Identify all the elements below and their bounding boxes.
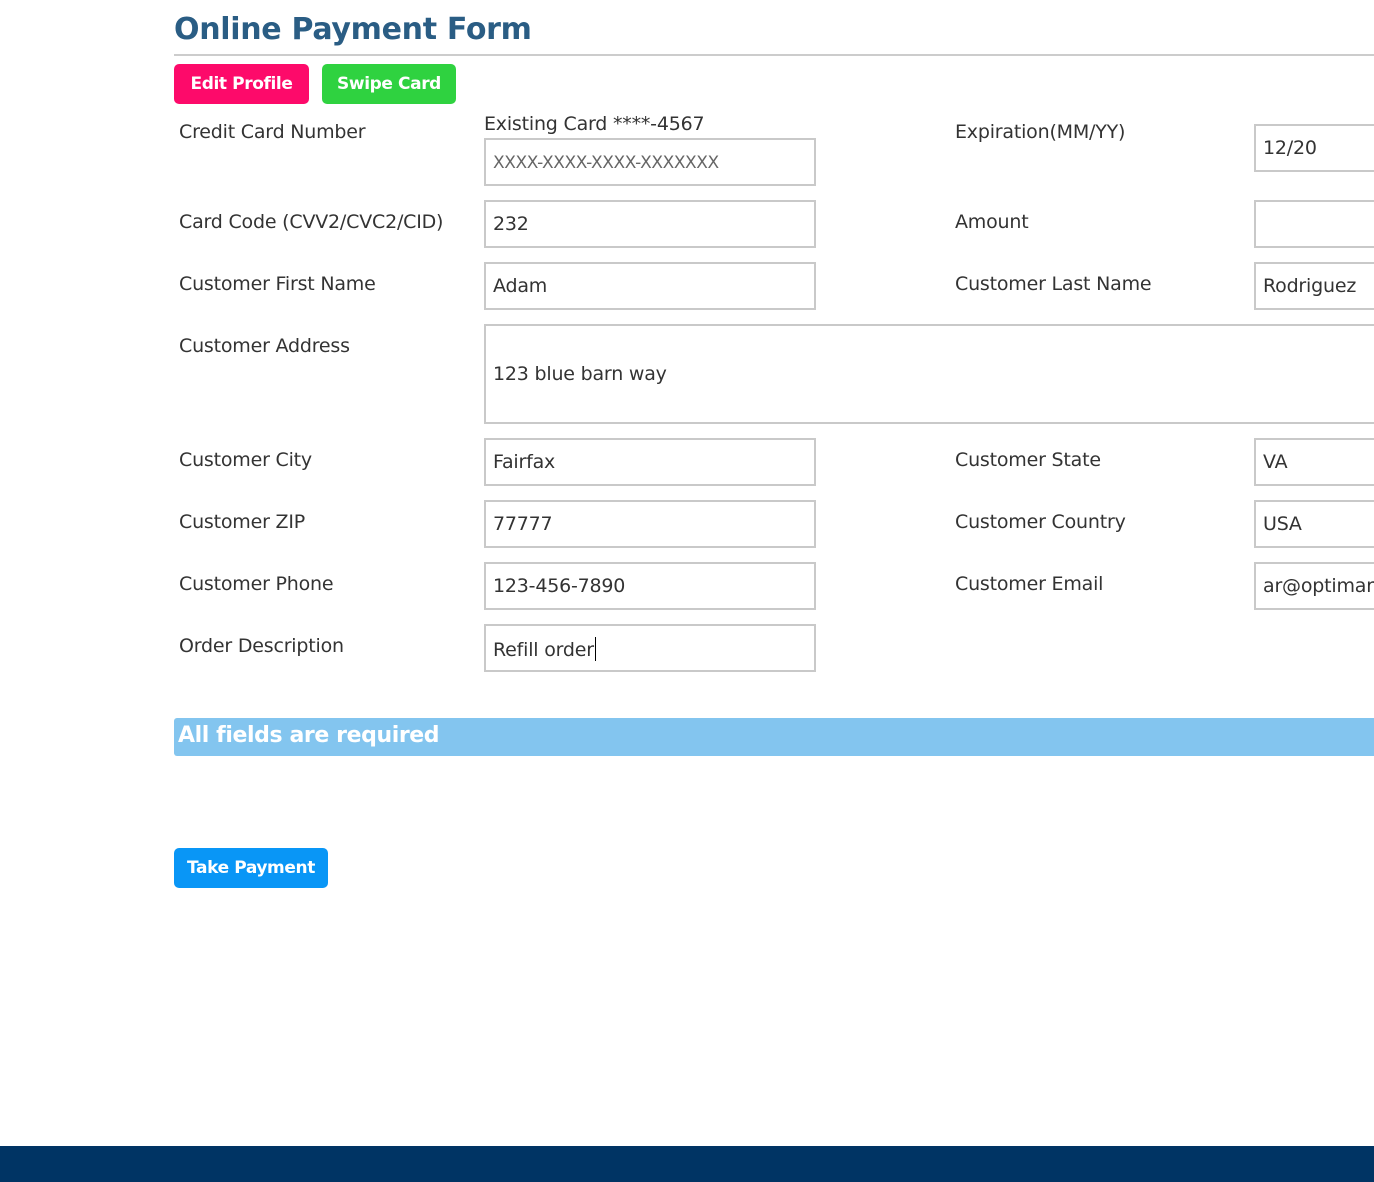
amount-input[interactable] (1254, 200, 1374, 248)
existing-card-hint: Existing Card ****-4567 (484, 113, 705, 135)
city-input[interactable] (484, 438, 816, 486)
required-notice-bar: All fields are required (174, 718, 1374, 756)
zip-label: Customer ZIP (179, 511, 306, 533)
address-value: 123 blue barn way (493, 363, 667, 385)
text-caret (594, 637, 596, 661)
city-label: Customer City (179, 449, 312, 471)
page-title: Online Payment Form (174, 12, 532, 47)
card-code-label: Card Code (CVV2/CVC2/CID) (179, 211, 444, 233)
phone-label: Customer Phone (179, 573, 334, 595)
title-divider (174, 54, 1374, 56)
credit-card-label: Credit Card Number (179, 121, 366, 143)
take-payment-button[interactable]: Take Payment (174, 848, 328, 888)
email-input[interactable] (1254, 562, 1374, 610)
order-description-label: Order Description (179, 635, 344, 657)
page-footer (0, 1146, 1374, 1182)
last-name-input[interactable] (1254, 262, 1374, 310)
country-label: Customer Country (955, 511, 1126, 533)
amount-label: Amount (955, 211, 1029, 233)
credit-card-input[interactable] (484, 138, 816, 186)
order-description-input[interactable]: Refill order (484, 624, 816, 672)
email-label: Customer Email (955, 573, 1104, 595)
order-description-value: Refill order (493, 637, 596, 661)
expiration-label: Expiration(MM/YY) (955, 121, 1126, 143)
state-input[interactable] (1254, 438, 1374, 486)
address-label: Customer Address (179, 335, 350, 357)
country-input[interactable] (1254, 500, 1374, 548)
last-name-label: Customer Last Name (955, 273, 1152, 295)
state-label: Customer State (955, 449, 1101, 471)
swipe-card-button[interactable]: Swipe Card (322, 64, 456, 104)
address-textarea[interactable]: 123 blue barn way (484, 324, 1374, 424)
order-description-text: Refill order (493, 639, 594, 661)
phone-input[interactable] (484, 562, 816, 610)
required-notice-text: All fields are required (178, 723, 440, 748)
first-name-label: Customer First Name (179, 273, 376, 295)
payment-page: Online Payment Form Edit Profile Swipe C… (0, 0, 1374, 1182)
zip-input[interactable] (484, 500, 816, 548)
first-name-input[interactable] (484, 262, 816, 310)
expiration-input[interactable] (1254, 124, 1374, 172)
edit-profile-button[interactable]: Edit Profile (174, 64, 309, 104)
card-code-input[interactable] (484, 200, 816, 248)
